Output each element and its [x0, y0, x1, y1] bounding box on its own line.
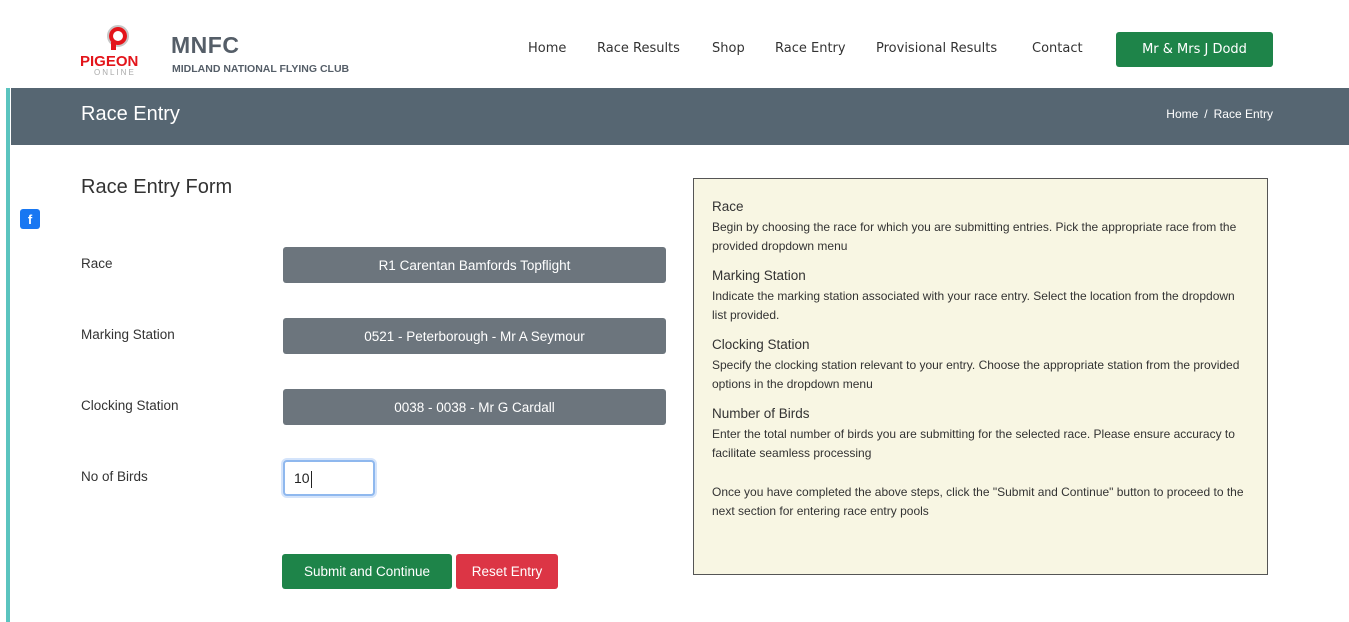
- brand-subtitle: MIDLAND NATIONAL FLYING CLUB: [172, 63, 350, 75]
- race-select[interactable]: R1 Carentan Bamfords Topflight: [283, 247, 666, 283]
- user-account-button[interactable]: Mr & Mrs J Dodd: [1116, 32, 1273, 67]
- help-text-marking-station: Indicate the marking station associated …: [712, 289, 1235, 322]
- page-title-bar: [11, 88, 1349, 145]
- help-text-clocking-station: Specify the clocking station relevant to…: [712, 358, 1240, 391]
- help-heading-clocking-station: Clocking Station: [712, 337, 810, 352]
- breadcrumb-separator: /: [1204, 107, 1208, 121]
- help-heading-number-of-birds: Number of Birds: [712, 406, 810, 421]
- nav-item-shop[interactable]: Shop: [712, 41, 745, 56]
- reset-entry-button[interactable]: Reset Entry: [456, 554, 558, 589]
- help-heading-marking-station: Marking Station: [712, 268, 806, 283]
- pigeon-online-logo[interactable]: PIGEON ONLINE: [80, 24, 160, 77]
- help-panel: Race Begin by choosing the race for whic…: [693, 178, 1268, 575]
- help-heading-race: Race: [712, 199, 744, 214]
- help-text-race: Begin by choosing the race for which you…: [712, 220, 1237, 253]
- pigeon-logo-icon: PIGEON ONLINE: [80, 25, 138, 77]
- breadcrumb-home-link[interactable]: Home: [1166, 107, 1198, 121]
- breadcrumb: Home / Race Entry: [1166, 107, 1273, 121]
- text-caret: [310, 470, 312, 488]
- nav-item-contact[interactable]: Contact: [1032, 41, 1083, 56]
- nav-item-provisional-results[interactable]: Provisional Results: [876, 41, 997, 56]
- marking-station-select[interactable]: 0521 - Peterborough - Mr A Seymour: [283, 318, 666, 354]
- clocking-station-select[interactable]: 0038 - 0038 - Mr G Cardall: [283, 389, 666, 425]
- form-title: Race Entry Form: [81, 176, 233, 198]
- no-of-birds-value: 10: [294, 470, 310, 486]
- marking-station-label: Marking Station: [81, 327, 175, 342]
- svg-text:ONLINE: ONLINE: [94, 68, 136, 76]
- nav-item-race-entry[interactable]: Race Entry: [775, 41, 846, 56]
- page-title: Race Entry: [81, 103, 180, 125]
- no-of-birds-label: No of Birds: [81, 469, 148, 484]
- no-of-birds-input[interactable]: 10: [283, 460, 375, 496]
- clocking-station-label: Clocking Station: [81, 398, 179, 413]
- race-label: Race: [81, 256, 113, 271]
- brand-title: MNFC: [171, 32, 240, 58]
- submit-and-continue-button[interactable]: Submit and Continue: [282, 554, 452, 589]
- nav-item-home[interactable]: Home: [528, 41, 566, 56]
- breadcrumb-current: Race Entry: [1213, 107, 1273, 121]
- page-left-accent-bar: [6, 12, 10, 622]
- help-text-number-of-birds: Enter the total number of birds you are …: [712, 427, 1235, 460]
- help-final-instructions: Once you have completed the above steps,…: [712, 485, 1244, 518]
- site-header: PIGEON ONLINE MNFC MIDLAND NATIONAL FLYI…: [0, 0, 1349, 88]
- facebook-share-icon[interactable]: f: [20, 209, 40, 229]
- nav-item-race-results[interactable]: Race Results: [597, 41, 680, 56]
